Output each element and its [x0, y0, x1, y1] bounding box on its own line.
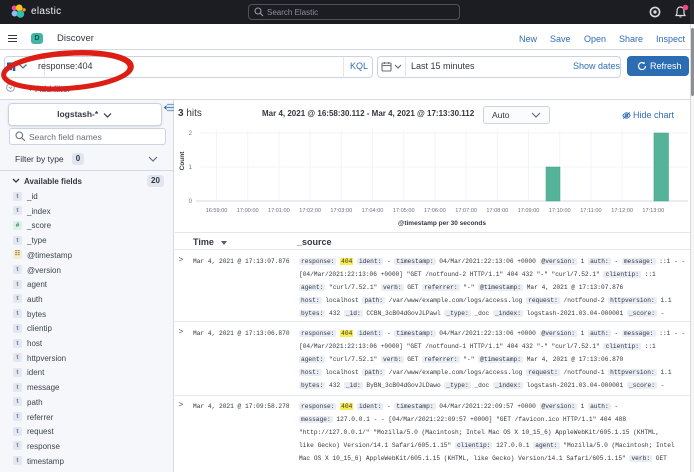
svg-text:17:08:00: 17:08:00 — [486, 208, 508, 214]
svg-text:1: 1 — [189, 165, 193, 171]
svg-text:17:11:00: 17:11:00 — [580, 208, 601, 214]
svg-text:17:06:00: 17:06:00 — [424, 208, 446, 214]
svg-text:0: 0 — [189, 199, 193, 205]
svg-text:17:03:00: 17:03:00 — [330, 208, 352, 214]
svg-text:17:13:00: 17:13:00 — [642, 208, 664, 214]
svg-text:17:01:00: 17:01:00 — [268, 208, 290, 214]
svg-text:17:04:00: 17:04:00 — [362, 208, 384, 214]
svg-text:@timestamp per 30 seconds: @timestamp per 30 seconds — [398, 220, 486, 227]
svg-text:17:07:00: 17:07:00 — [455, 208, 477, 214]
svg-text:Count: Count — [179, 151, 186, 171]
svg-text:17:10:00: 17:10:00 — [549, 208, 571, 214]
svg-text:17:00:00: 17:00:00 — [237, 208, 259, 214]
svg-text:16:59:00: 16:59:00 — [206, 208, 228, 214]
svg-text:17:05:00: 17:05:00 — [393, 208, 415, 214]
svg-text:2: 2 — [189, 131, 193, 137]
svg-text:17:09:00: 17:09:00 — [518, 208, 540, 214]
svg-text:17:12:00: 17:12:00 — [611, 208, 633, 214]
svg-text:17:02:00: 17:02:00 — [299, 208, 321, 214]
